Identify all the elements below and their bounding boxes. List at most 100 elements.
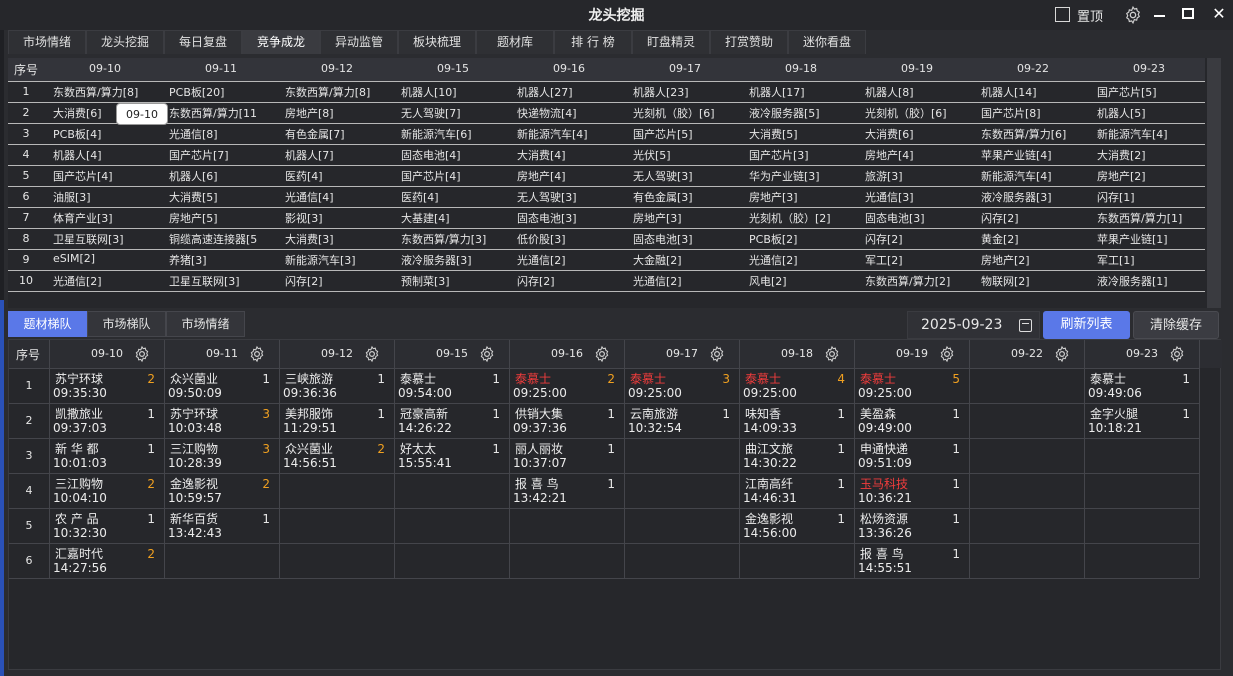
theme-cell[interactable]: 房地产[2] xyxy=(981,252,1093,268)
theme-cell[interactable]: PCB板[4] xyxy=(53,126,165,142)
theme-cell[interactable]: 新能源汽车[4] xyxy=(981,168,1093,184)
stock-name[interactable]: 报 喜 鸟 xyxy=(860,545,904,562)
theme-cell[interactable]: 国产芯片[5] xyxy=(1097,84,1209,100)
theme-cell[interactable]: 油服[3] xyxy=(53,189,165,205)
stock-name[interactable]: 三江购物 xyxy=(55,475,103,492)
theme-cell[interactable]: 房地产[3] xyxy=(749,189,861,205)
theme-cell[interactable]: 风电[2] xyxy=(749,273,861,289)
table-row[interactable]: 1 东数西算/算力[8] PCB板[20] 东数西算/算力[8] 机器人[10] 机器人[… xyxy=(8,81,1205,102)
settings-gear-icon[interactable] xyxy=(1123,5,1143,25)
stock-name[interactable]: 汇嘉时代 xyxy=(55,545,103,562)
theme-cell[interactable]: 固态电池[4] xyxy=(401,147,513,163)
theme-cell[interactable]: 机器人[5] xyxy=(1097,105,1209,121)
theme-cell[interactable]: 机器人[10] xyxy=(401,84,513,100)
column-settings-gear-icon[interactable] xyxy=(248,345,266,363)
theme-cell[interactable]: 军工[2] xyxy=(865,252,977,268)
table-row[interactable]: 3 PCB板[4] 光通信[8] 有色金属[7] 新能源汽车[6] 新能源汽车[4] 国产芯… xyxy=(8,123,1205,144)
theme-cell[interactable]: 卫星互联网[3] xyxy=(169,273,281,289)
theme-cell[interactable]: eSIM[2] xyxy=(53,252,165,265)
theme-cell[interactable]: 房地产[4] xyxy=(865,147,977,163)
theme-cell[interactable]: 东数西算/算力[2] xyxy=(865,273,977,289)
theme-cell[interactable]: 大金融[2] xyxy=(633,252,745,268)
theme-cell[interactable]: 闪存[2] xyxy=(865,231,977,247)
theme-cell[interactable]: 影视[3] xyxy=(285,210,397,226)
minimize-icon[interactable] xyxy=(1153,5,1167,25)
theme-cell[interactable]: 无人驾驶[3] xyxy=(517,189,629,205)
stock-name[interactable]: 泰慕士 xyxy=(860,370,896,387)
theme-cell[interactable]: 铜缆高速连接器[5 xyxy=(169,231,281,247)
theme-cell[interactable]: 机器人[7] xyxy=(285,147,397,163)
theme-cell[interactable]: 东数西算/算力[6] xyxy=(981,126,1093,142)
theme-cell[interactable]: 东数西算/算力[11 xyxy=(169,105,281,121)
theme-cell[interactable]: 闪存[1] xyxy=(1097,189,1209,205)
theme-cell[interactable]: 体育产业[3] xyxy=(53,210,165,226)
column-settings-gear-icon[interactable] xyxy=(363,345,381,363)
table-row[interactable]: 2 大消费[6] 东数西算/算力[11 房地产[8] 无人驾驶[7] 快递物流[4] 光刻机… xyxy=(8,102,1205,123)
stock-name[interactable]: 泰慕士 xyxy=(400,370,436,387)
theme-cell[interactable]: 国产芯片[7] xyxy=(169,147,281,163)
column-settings-gear-icon[interactable] xyxy=(938,345,956,363)
theme-cell[interactable]: 国产芯片[4] xyxy=(401,168,513,184)
stock-name[interactable]: 新华百货 xyxy=(170,510,218,527)
refresh-list-button[interactable]: 刷新列表 xyxy=(1043,311,1130,339)
theme-cell[interactable]: 光通信[2] xyxy=(633,273,745,289)
theme-cell[interactable]: 光通信[4] xyxy=(285,189,397,205)
stock-name[interactable]: 曲江文旅 xyxy=(745,440,793,457)
table-row[interactable]: 10 光通信[2] 卫星互联网[3] 闪存[2] 预制菜[3] 闪存[2] 光通信[2] 风电… xyxy=(8,270,1205,291)
theme-cell[interactable]: 物联网[2] xyxy=(981,273,1093,289)
theme-cell[interactable]: 东数西算/算力[3] xyxy=(401,231,513,247)
column-settings-gear-icon[interactable] xyxy=(1053,345,1071,363)
theme-cell[interactable]: 液冷服务器[3] xyxy=(981,189,1093,205)
stock-name[interactable]: 凯撒旅业 xyxy=(55,405,103,422)
tab-0[interactable]: 市场情绪 xyxy=(8,30,86,54)
column-settings-gear-icon[interactable] xyxy=(133,345,151,363)
theme-cell[interactable]: 无人驾驶[7] xyxy=(401,105,513,121)
theme-cell[interactable]: PCB板[20] xyxy=(169,84,281,100)
theme-cell[interactable]: 大消费[2] xyxy=(1097,147,1209,163)
theme-cell[interactable]: 闪存[2] xyxy=(285,273,397,289)
tab-8[interactable]: 盯盘精灵 xyxy=(632,30,710,54)
theme-cell[interactable]: 苹果产业链[1] xyxy=(1097,231,1209,247)
stock-name[interactable]: 新 华 都 xyxy=(55,440,99,457)
theme-cell[interactable]: 新能源汽车[4] xyxy=(517,126,629,142)
theme-cell[interactable]: 大消费[6] xyxy=(865,126,977,142)
theme-cell[interactable]: 光刻机（胶）[6] xyxy=(865,105,977,121)
tab-6[interactable]: 题材库 xyxy=(476,30,554,54)
stock-name[interactable]: 三江购物 xyxy=(170,440,218,457)
stock-name[interactable]: 松炀资源 xyxy=(860,510,908,527)
theme-cell[interactable]: 机器人[14] xyxy=(981,84,1093,100)
theme-cell[interactable]: 卫星互联网[3] xyxy=(53,231,165,247)
pin-checkbox[interactable] xyxy=(1055,7,1070,22)
stock-name[interactable]: 众兴菌业 xyxy=(285,440,333,457)
stock-name[interactable]: 泰慕士 xyxy=(630,370,666,387)
theme-cell[interactable]: 机器人[23] xyxy=(633,84,745,100)
theme-cell[interactable]: 光通信[8] xyxy=(169,126,281,142)
theme-cell[interactable]: 房地产[4] xyxy=(517,168,629,184)
table-row[interactable]: 6 油服[3] 大消费[5] 光通信[4] 医药[4] 无人驾驶[3] 有色金属[3] 房地产… xyxy=(8,186,1205,207)
stock-name[interactable]: 金字火腿 xyxy=(1090,405,1138,422)
theme-cell[interactable]: 液冷服务器[3] xyxy=(401,252,513,268)
column-settings-gear-icon[interactable] xyxy=(823,345,841,363)
theme-cell[interactable]: 大基建[4] xyxy=(401,210,513,226)
theme-cell[interactable]: 东数西算/算力[1] xyxy=(1097,210,1209,226)
theme-cell[interactable]: 医药[4] xyxy=(285,168,397,184)
close-icon[interactable]: ✕ xyxy=(1211,4,1227,24)
stock-name[interactable]: 农 产 品 xyxy=(55,510,99,527)
table-row[interactable]: 5 国产芯片[4] 机器人[6] 医药[4] 国产芯片[4] 房地产[4] 无人驾驶[3] 华… xyxy=(8,165,1205,186)
theme-cell[interactable]: 养猪[3] xyxy=(169,252,281,268)
theme-cell[interactable]: 新能源汽车[6] xyxy=(401,126,513,142)
stock-name[interactable]: 供销大集 xyxy=(515,405,563,422)
tab-7[interactable]: 排 行 榜 xyxy=(554,30,632,54)
theme-cell[interactable]: 房地产[8] xyxy=(285,105,397,121)
stock-name[interactable]: 泰慕士 xyxy=(1090,370,1126,387)
tab-2[interactable]: 每日复盘 xyxy=(164,30,242,54)
theme-cell[interactable]: 光刻机（胶）[2] xyxy=(749,210,861,226)
stock-name[interactable]: 美盈森 xyxy=(860,405,896,422)
theme-cell[interactable]: 液冷服务器[5] xyxy=(749,105,861,121)
column-settings-gear-icon[interactable] xyxy=(708,345,726,363)
table-row[interactable]: 8 卫星互联网[3] 铜缆高速连接器[5 大消费[3] 东数西算/算力[3] 低价股[3]… xyxy=(8,228,1205,249)
clear-cache-button[interactable]: 清除缓存 xyxy=(1133,311,1219,339)
theme-cell[interactable]: 固态电池[3] xyxy=(517,210,629,226)
theme-cell[interactable]: 医药[4] xyxy=(401,189,513,205)
theme-cell[interactable]: 旅游[3] xyxy=(865,168,977,184)
